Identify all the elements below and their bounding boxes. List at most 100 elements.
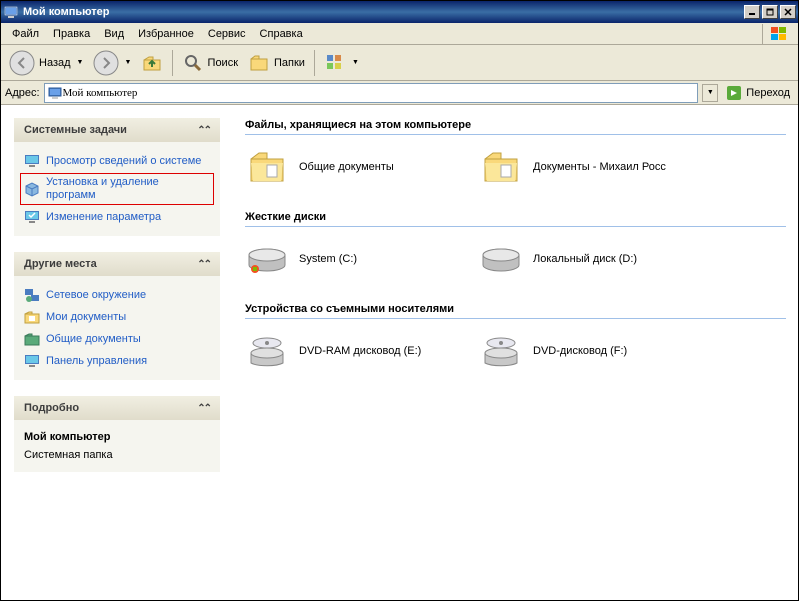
windows-flag-icon — [762, 24, 794, 44]
close-button[interactable] — [780, 5, 796, 19]
computer-icon — [47, 85, 63, 101]
item-shared-documents[interactable]: Общие документы — [245, 145, 465, 189]
link-network[interactable]: Сетевое окружение — [24, 284, 210, 306]
menu-tools[interactable]: Сервис — [201, 26, 253, 42]
panel-header-system[interactable]: Системные задачи ⌃⌃ — [14, 118, 220, 142]
views-icon — [324, 52, 346, 74]
chevron-down-icon: ▼ — [350, 59, 358, 66]
panel-title: Подробно — [24, 402, 79, 414]
panel-other-places: Другие места ⌃⌃ Сетевое окружение Мои до… — [13, 251, 221, 381]
folder-shared-icon — [24, 331, 40, 347]
menu-view[interactable]: Вид — [97, 26, 131, 42]
views-button[interactable]: ▼ — [320, 50, 362, 76]
go-label: Переход — [746, 87, 790, 99]
chevron-up-icon: ⌃⌃ — [197, 125, 210, 136]
link-add-remove-programs[interactable]: Установка и удаление программ — [20, 173, 214, 205]
toolbar-separator — [314, 50, 315, 76]
section-removable: Устройства со съемными носителями DVD-RA… — [245, 303, 786, 373]
item-label: DVD-RAM дисковод (E:) — [299, 345, 421, 357]
item-label: DVD-дисковод (F:) — [533, 345, 627, 357]
chevron-up-icon: ⌃⌃ — [197, 403, 210, 414]
search-button[interactable]: Поиск — [178, 50, 242, 76]
item-label: System (C:) — [299, 253, 357, 265]
toolbar-separator — [172, 50, 173, 76]
panel-title: Системные задачи — [24, 124, 127, 136]
item-label: Документы - Михаил Росс — [533, 161, 666, 173]
folders-button[interactable]: Папки — [244, 50, 309, 76]
panel-title: Другие места — [24, 258, 97, 270]
chevron-down-icon: ▼ — [75, 59, 83, 66]
folder-docs-icon — [24, 309, 40, 325]
folders-label: Папки — [274, 57, 305, 69]
item-dvdram-e[interactable]: DVD-RAM дисковод (E:) — [245, 329, 465, 373]
link-label: Просмотр сведений о системе — [46, 155, 201, 168]
panel-system-tasks: Системные задачи ⌃⌃ Просмотр сведений о … — [13, 117, 221, 237]
link-label: Общие документы — [46, 333, 141, 346]
forward-button[interactable]: ▼ — [89, 48, 135, 78]
link-control-panel[interactable]: Панель управления — [24, 350, 210, 372]
folders-icon — [248, 52, 270, 74]
search-icon — [182, 52, 204, 74]
dvd-drive-icon — [245, 329, 289, 373]
chevron-down-icon: ▼ — [123, 59, 131, 66]
forward-icon — [93, 50, 119, 76]
item-drive-d[interactable]: Локальный диск (D:) — [479, 237, 699, 281]
up-button[interactable] — [137, 50, 167, 76]
box-icon — [24, 181, 40, 197]
section-title-files: Файлы, хранящиеся на этом компьютере — [245, 119, 786, 135]
folder-up-icon — [141, 52, 163, 74]
toolbar: Назад ▼ ▼ Поиск Папки ▼ — [1, 45, 798, 81]
address-input-wrap[interactable] — [44, 83, 699, 103]
section-title-disks: Жесткие диски — [245, 211, 786, 227]
section-disks: Жесткие диски System (C:) Локальный диск… — [245, 211, 786, 281]
link-change-setting[interactable]: Изменение параметра — [24, 206, 210, 228]
item-label: Общие документы — [299, 161, 394, 173]
go-button[interactable]: Переход — [722, 85, 794, 101]
window-title: Мой компьютер — [23, 6, 744, 18]
titlebar: Мой компьютер — [1, 1, 798, 23]
dvd-drive-icon — [479, 329, 523, 373]
maximize-button[interactable] — [762, 5, 778, 19]
menu-file[interactable]: Файл — [5, 26, 46, 42]
item-dvd-f[interactable]: DVD-дисковод (F:) — [479, 329, 699, 373]
section-files: Файлы, хранящиеся на этом компьютере Общ… — [245, 119, 786, 189]
link-my-documents[interactable]: Мои документы — [24, 306, 210, 328]
section-title-removable: Устройства со съемными носителями — [245, 303, 786, 319]
hdd-icon — [245, 237, 289, 281]
link-label: Панель управления — [46, 355, 147, 368]
computer-icon — [3, 4, 19, 20]
chevron-up-icon: ⌃⌃ — [197, 259, 210, 270]
folder-icon — [245, 145, 289, 189]
item-drive-c[interactable]: System (C:) — [245, 237, 465, 281]
back-button[interactable]: Назад ▼ — [5, 48, 87, 78]
address-input[interactable] — [63, 87, 696, 99]
item-user-documents[interactable]: Документы - Михаил Росс — [479, 145, 699, 189]
addressbar: Адрес: ▼ Переход — [1, 81, 798, 105]
hdd-icon — [479, 237, 523, 281]
network-icon — [24, 287, 40, 303]
panel-header-other[interactable]: Другие места ⌃⌃ — [14, 252, 220, 276]
menu-help[interactable]: Справка — [253, 26, 310, 42]
monitor-icon — [24, 153, 40, 169]
link-label: Изменение параметра — [46, 211, 161, 224]
minimize-button[interactable] — [744, 5, 760, 19]
details-name: Мой компьютер — [24, 428, 210, 446]
back-icon — [9, 50, 35, 76]
address-dropdown[interactable]: ▼ — [702, 84, 718, 102]
link-system-info[interactable]: Просмотр сведений о системе — [24, 150, 210, 172]
go-icon — [726, 85, 742, 101]
menu-favorites[interactable]: Избранное — [131, 26, 201, 42]
control-panel-icon — [24, 353, 40, 369]
menu-edit[interactable]: Правка — [46, 26, 97, 42]
panel-details: Подробно ⌃⌃ Мой компьютер Системная папк… — [13, 395, 221, 473]
monitor-check-icon — [24, 209, 40, 225]
panel-header-details[interactable]: Подробно ⌃⌃ — [14, 396, 220, 420]
menubar: Файл Правка Вид Избранное Сервис Справка — [1, 23, 798, 45]
address-label: Адрес: — [5, 87, 40, 99]
details-type: Системная папка — [24, 446, 210, 464]
back-label: Назад — [39, 57, 71, 69]
search-label: Поиск — [208, 57, 238, 69]
main-view: Файлы, хранящиеся на этом компьютере Общ… — [233, 105, 798, 600]
link-shared-documents[interactable]: Общие документы — [24, 328, 210, 350]
content-area: Системные задачи ⌃⌃ Просмотр сведений о … — [1, 105, 798, 600]
